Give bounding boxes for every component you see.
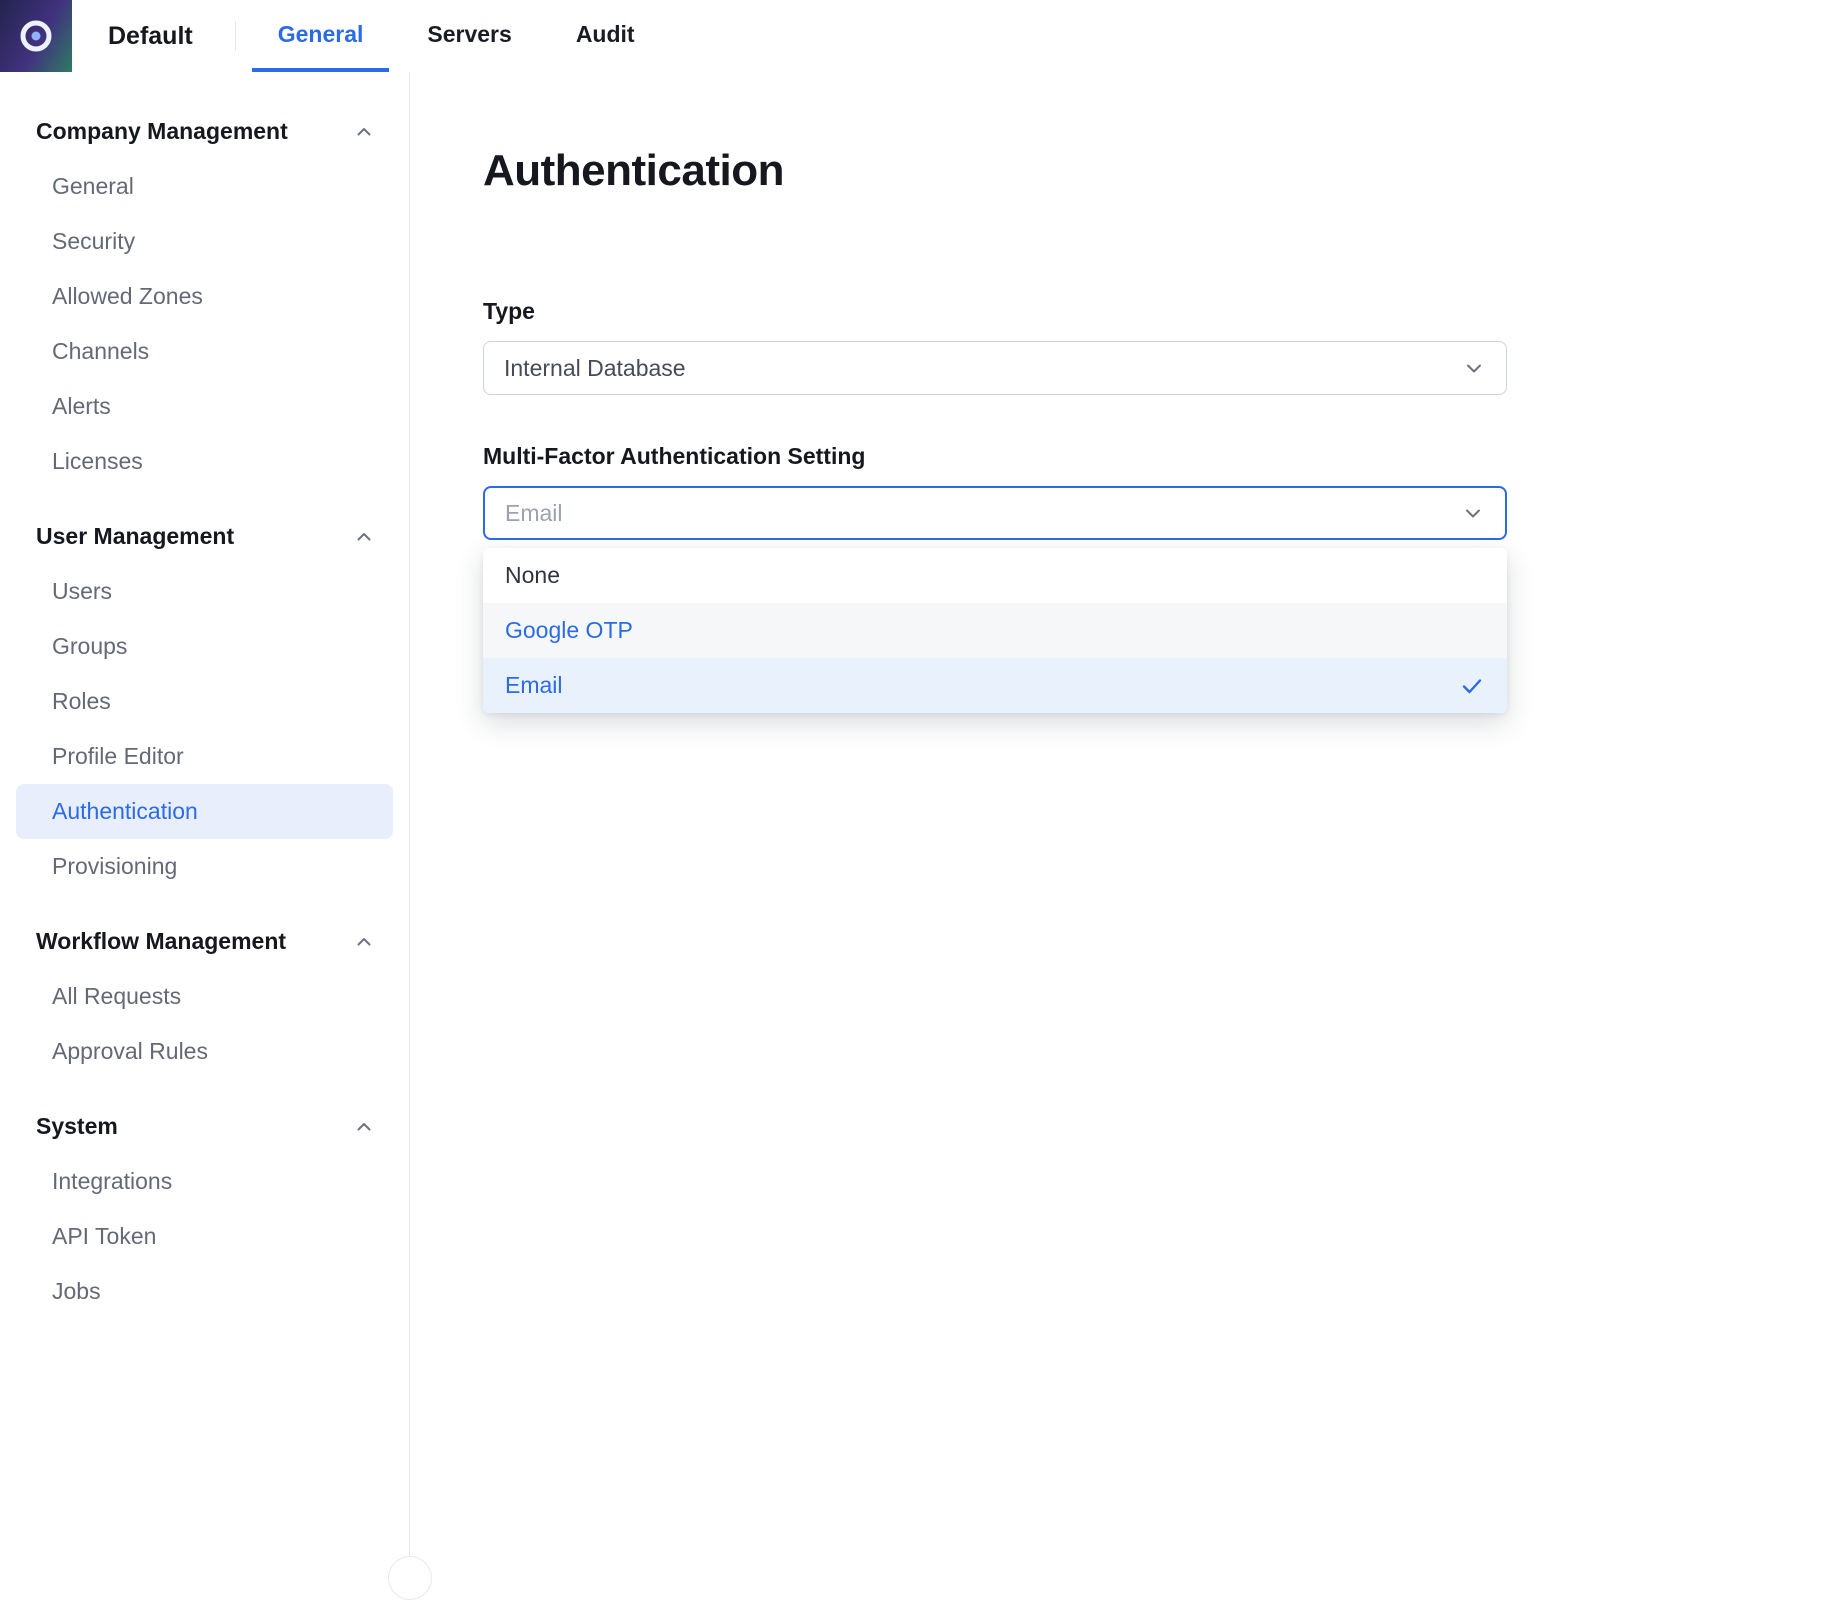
- chevron-up-icon: [353, 1116, 375, 1138]
- sidebar-item-all-requests[interactable]: All Requests: [16, 969, 393, 1024]
- option-email-label: Email: [505, 672, 563, 699]
- sidebar-item-profile-editor[interactable]: Profile Editor: [16, 729, 393, 784]
- tab-servers[interactable]: Servers: [401, 0, 537, 72]
- section-title: Company Management: [36, 118, 288, 145]
- section-user-management: User Management Users Groups Roles Profi…: [0, 515, 409, 894]
- topbar-divider: [235, 21, 236, 51]
- brand-mark-icon: [15, 15, 57, 57]
- mfa-select[interactable]: Email: [483, 486, 1507, 540]
- section-title: User Management: [36, 523, 234, 550]
- section-items: All Requests Approval Rules: [0, 969, 409, 1079]
- option-email[interactable]: Email: [483, 658, 1507, 713]
- tab-general[interactable]: General: [252, 0, 390, 72]
- sidebar-collapse-handle[interactable]: [388, 1556, 432, 1600]
- chevron-up-icon: [353, 526, 375, 548]
- type-select-value: Internal Database: [504, 355, 686, 382]
- page-title: Authentication: [483, 146, 1832, 196]
- sidebar-item-jobs[interactable]: Jobs: [16, 1264, 393, 1319]
- chevron-up-icon: [353, 931, 375, 953]
- section-header-company-management[interactable]: Company Management: [0, 110, 409, 153]
- sidebar-item-channels[interactable]: Channels: [16, 324, 393, 379]
- sidebar-item-groups[interactable]: Groups: [16, 619, 393, 674]
- app-logo[interactable]: [0, 0, 72, 72]
- sidebar-item-provisioning[interactable]: Provisioning: [16, 839, 393, 894]
- chevron-down-icon: [1461, 501, 1485, 525]
- sidebar-item-integrations[interactable]: Integrations: [16, 1154, 393, 1209]
- chevron-up-icon: [353, 121, 375, 143]
- section-items: Users Groups Roles Profile Editor Authen…: [0, 564, 409, 894]
- type-select[interactable]: Internal Database: [483, 341, 1507, 395]
- sidebar: Company Management General Security Allo…: [0, 72, 410, 1576]
- type-field: Type Internal Database: [483, 298, 1507, 395]
- option-google-otp[interactable]: Google OTP: [483, 603, 1507, 658]
- mfa-field: Multi-Factor Authentication Setting Emai…: [483, 443, 1507, 713]
- section-workflow-management: Workflow Management All Requests Approva…: [0, 920, 409, 1079]
- topbar: Default General Servers Audit: [0, 0, 1832, 72]
- sidebar-item-approval-rules[interactable]: Approval Rules: [16, 1024, 393, 1079]
- section-title: System: [36, 1113, 118, 1140]
- chevron-down-icon: [1462, 356, 1486, 380]
- section-title: Workflow Management: [36, 928, 286, 955]
- workspace-title: Default: [108, 0, 193, 72]
- page-body: Company Management General Security Allo…: [0, 72, 1832, 1576]
- sidebar-item-allowed-zones[interactable]: Allowed Zones: [16, 269, 393, 324]
- section-items: General Security Allowed Zones Channels …: [0, 159, 409, 489]
- sidebar-item-security[interactable]: Security: [16, 214, 393, 269]
- section-system: System Integrations API Token Jobs: [0, 1105, 409, 1319]
- section-header-user-management[interactable]: User Management: [0, 515, 409, 558]
- sidebar-item-licenses[interactable]: Licenses: [16, 434, 393, 489]
- section-header-system[interactable]: System: [0, 1105, 409, 1148]
- section-header-workflow-management[interactable]: Workflow Management: [0, 920, 409, 963]
- mfa-select-placeholder: Email: [505, 500, 563, 527]
- top-tabs: General Servers Audit: [246, 0, 667, 72]
- sidebar-item-users[interactable]: Users: [16, 564, 393, 619]
- option-none[interactable]: None: [483, 548, 1507, 603]
- type-label: Type: [483, 298, 1507, 325]
- section-company-management: Company Management General Security Allo…: [0, 110, 409, 489]
- mfa-dropdown-panel: None Google OTP Email: [483, 548, 1507, 713]
- sidebar-item-authentication[interactable]: Authentication: [16, 784, 393, 839]
- sidebar-item-general[interactable]: General: [16, 159, 393, 214]
- mfa-label: Multi-Factor Authentication Setting: [483, 443, 1507, 470]
- main-content: Authentication Type Internal Database Mu…: [410, 72, 1832, 1576]
- sidebar-item-alerts[interactable]: Alerts: [16, 379, 393, 434]
- tab-audit[interactable]: Audit: [550, 0, 661, 72]
- section-items: Integrations API Token Jobs: [0, 1154, 409, 1319]
- sidebar-item-roles[interactable]: Roles: [16, 674, 393, 729]
- sidebar-item-api-token[interactable]: API Token: [16, 1209, 393, 1264]
- check-icon: [1459, 673, 1485, 699]
